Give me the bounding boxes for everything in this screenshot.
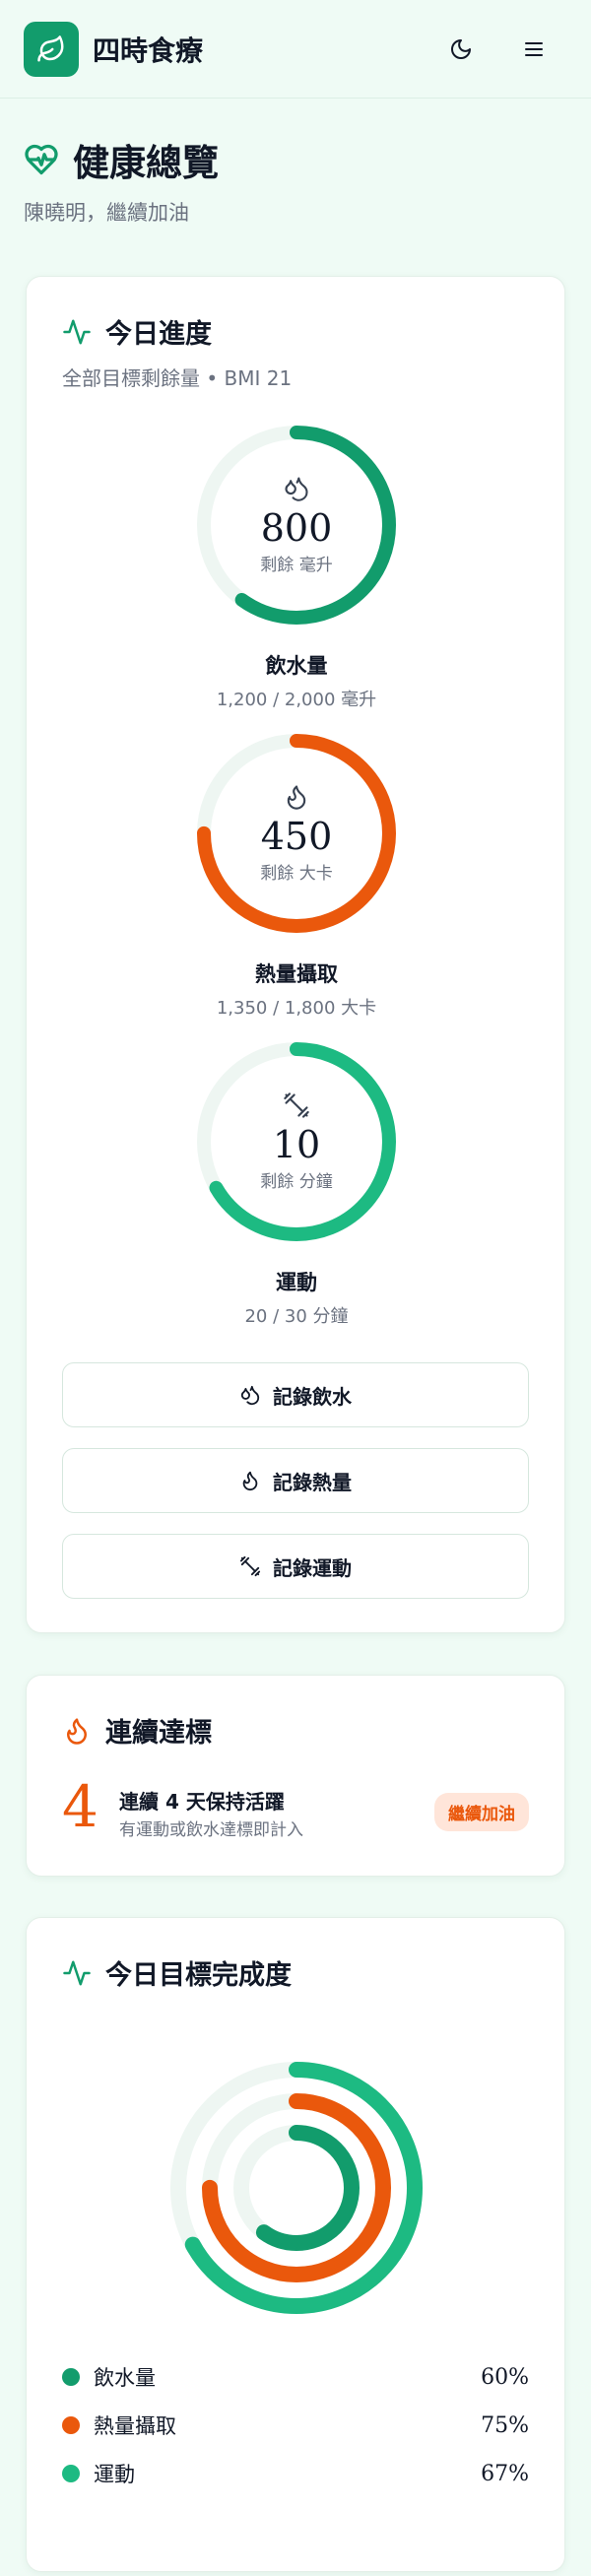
log-exercise-label: 記錄運動 (273, 1555, 352, 1580)
heart-pulse-icon (25, 144, 58, 175)
calories-label: 熱量攝取 (255, 962, 338, 986)
exercise-progress: 10 剩餘 分鐘 運動 20 / 30 分鐘 (27, 1038, 566, 1328)
log-water-label: 記錄飲水 (273, 1384, 352, 1409)
today-progress-card: 今日進度 全部目標剩餘量 • BMI 21 800 剩餘 毫升 飲水量 1,20… (26, 276, 565, 1633)
today-card-title: 今日進度 (105, 319, 212, 350)
log-calories-label: 記錄熱量 (273, 1470, 352, 1494)
page-subtitle: 陳曉明，繼續加油 (24, 201, 189, 225)
app-title: 四時食療 (93, 34, 204, 67)
legend-item-water: 飲水量 60% (62, 2362, 529, 2392)
dumbbell-icon (239, 1555, 261, 1577)
leaf-icon (37, 35, 64, 62)
activity-icon (63, 319, 91, 344)
water-detail: 1,200 / 2,000 毫升 (216, 690, 377, 710)
app-logo[interactable] (24, 22, 79, 77)
legend-label: 運動 (94, 2463, 135, 2486)
water-label: 飲水量 (265, 654, 328, 678)
streak-count: 4 (62, 1773, 98, 1840)
dumbbell-icon (284, 1091, 309, 1118)
water-remaining-unit: 剩餘 毫升 (260, 556, 333, 576)
legend-item-exercise: 運動 67% (62, 2459, 529, 2488)
today-card-subtitle: 全部目標剩餘量 • BMI 21 (62, 366, 293, 390)
streak-badge: 繼續加油 (434, 1793, 529, 1831)
legend-label: 熱量攝取 (94, 2414, 176, 2438)
legend-percent: 60% (481, 2364, 529, 2390)
droplets-icon (240, 1385, 260, 1406)
droplets-icon (285, 477, 308, 501)
water-remaining-value: 800 (260, 505, 333, 550)
streak-card: 連續達標 4 連續 4 天保持活躍 有運動或飲水達標即計入 繼續加油 (26, 1675, 565, 1877)
completion-card: 今日目標完成度 飲水量 60% 熱量攝取 75% 運動 67% (26, 1917, 565, 2572)
app-header: 四時食療 (0, 0, 591, 99)
page-heading: 健康總覽 陳曉明，繼續加油 (24, 138, 567, 227)
exercise-detail: 20 / 30 分鐘 (244, 1306, 349, 1327)
log-water-button[interactable]: 記錄飲水 (62, 1362, 529, 1427)
theme-toggle-button[interactable] (441, 30, 481, 69)
log-calories-button[interactable]: 記錄熱量 (62, 1448, 529, 1513)
exercise-remaining-unit: 剩餘 分鐘 (260, 1172, 333, 1193)
legend-dot (62, 2368, 80, 2386)
menu-icon (525, 42, 543, 56)
legend-percent: 67% (481, 2461, 529, 2486)
flame-icon (67, 1718, 87, 1745)
moon-icon (451, 39, 471, 59)
legend-label: 飲水量 (94, 2366, 156, 2390)
completion-rings (170, 2062, 423, 2314)
legend-percent: 75% (481, 2412, 529, 2438)
streak-headline: 連續 4 天保持活躍 (119, 1790, 285, 1814)
menu-button[interactable] (514, 30, 554, 69)
calories-remaining-unit: 剩餘 大卡 (260, 864, 333, 885)
calories-remaining-value: 450 (260, 814, 333, 858)
completion-title: 今日目標完成度 (105, 1960, 292, 1991)
legend-dot (62, 2465, 80, 2482)
exercise-label: 運動 (276, 1271, 317, 1294)
legend-item-calories: 熱量攝取 75% (62, 2411, 529, 2440)
streak-title: 連續達標 (105, 1718, 212, 1749)
water-progress: 800 剩餘 毫升 飲水量 1,200 / 2,000 毫升 (27, 422, 566, 711)
page-title: 健康總覽 (73, 141, 219, 184)
calories-progress: 450 剩餘 大卡 熱量攝取 1,350 / 1,800 大卡 (27, 730, 566, 1020)
streak-description: 有運動或飲水達標即計入 (119, 1820, 303, 1840)
calories-detail: 1,350 / 1,800 大卡 (216, 998, 377, 1019)
flame-icon (242, 1471, 258, 1491)
flame-icon (287, 785, 306, 810)
exercise-remaining-value: 10 (272, 1122, 321, 1166)
log-exercise-button[interactable]: 記錄運動 (62, 1534, 529, 1599)
legend-dot (62, 2416, 80, 2434)
activity-icon (63, 1960, 91, 1985)
